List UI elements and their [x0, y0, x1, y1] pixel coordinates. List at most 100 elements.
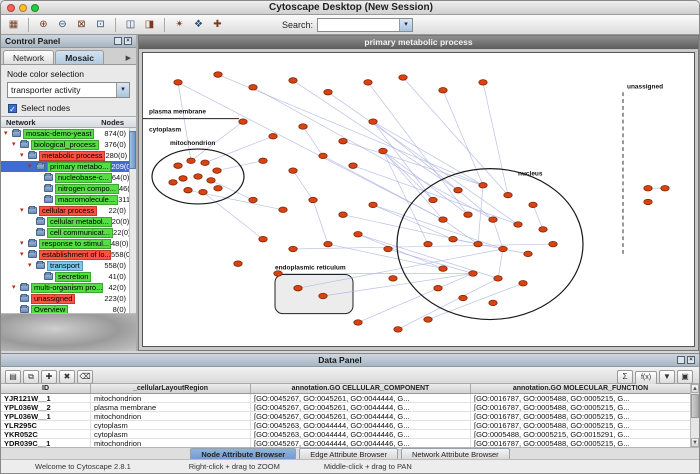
close-panel-icon[interactable]: ×	[124, 37, 132, 45]
network-view-titlebar[interactable]: primary metabolic process	[139, 36, 698, 49]
expander-icon[interactable]: ▾	[4, 128, 12, 139]
float-data-panel-icon[interactable]	[677, 356, 685, 364]
graph-node[interactable]	[339, 138, 347, 143]
graph-edge[interactable]	[253, 87, 493, 219]
graph-node[interactable]	[524, 251, 532, 256]
graph-node[interactable]	[299, 124, 307, 129]
tree-row[interactable]: macromolecule...311(0)	[1, 194, 136, 205]
graph-node[interactable]	[319, 293, 327, 298]
graph-edge[interactable]	[383, 151, 443, 220]
column-header[interactable]: ID	[1, 384, 91, 393]
graph-node[interactable]	[469, 271, 477, 276]
graph-node[interactable]	[324, 241, 332, 246]
graph-node[interactable]	[249, 85, 257, 90]
attribute-delete-icon[interactable]: ✖	[59, 370, 75, 384]
graph-edge[interactable]	[303, 126, 323, 155]
tree-row[interactable]: secretion41(0)	[1, 271, 136, 282]
tab-mosaic[interactable]: Mosaic	[55, 50, 104, 64]
table-cell[interactable]: [GO:0016787, GO:0005488, GO:0005215, G..…	[471, 394, 691, 402]
graph-node[interactable]	[207, 178, 215, 183]
graph-node[interactable]	[213, 168, 221, 173]
titlebar[interactable]: Cytoscape Desktop (New Session)	[1, 1, 700, 15]
graph-node[interactable]	[494, 276, 502, 281]
expander-icon[interactable]: ▾	[20, 238, 28, 249]
graph-node[interactable]	[364, 80, 372, 85]
graph-node[interactable]	[259, 158, 267, 163]
tree-row[interactable]: unassigned223(0)	[1, 293, 136, 304]
graph-edge[interactable]	[533, 205, 543, 229]
tree-row[interactable]: ▾cellular process22(0)	[1, 205, 136, 216]
plugin-manager-icon[interactable]: ✚	[209, 17, 226, 33]
data-panel-header[interactable]: Data Panel ×	[1, 354, 699, 367]
graph-node[interactable]	[269, 134, 277, 139]
graph-node[interactable]	[439, 266, 447, 271]
graph-node[interactable]	[459, 295, 467, 300]
graph-node[interactable]	[354, 320, 362, 325]
table-cell[interactable]: [GO:0045263, GO:0044444, GO:0044446, G..…	[251, 421, 471, 429]
graph-node[interactable]	[169, 180, 177, 185]
tree-row[interactable]: cellular metabol...20(0)	[1, 216, 136, 227]
graph-node[interactable]	[174, 80, 182, 85]
table-row[interactable]: YDR039C__1mitochondrion[GO:0045267, GO:0…	[1, 439, 699, 447]
table-scrollbar-thumb[interactable]	[691, 394, 699, 418]
tab-network[interactable]: Network	[3, 50, 54, 64]
graph-node[interactable]	[434, 285, 442, 290]
graph-node[interactable]	[424, 241, 432, 246]
node-color-attribute-select[interactable]: transporter activity ▾	[7, 82, 130, 98]
table-cell[interactable]: [GO:0016787, GO:0005488, GO:0005215, G..…	[471, 421, 691, 429]
expander-icon[interactable]: ▾	[20, 150, 28, 161]
table-cell[interactable]: YPL036W__1	[1, 412, 91, 420]
graph-node[interactable]	[514, 222, 522, 227]
region-endoplasmic-reticulum[interactable]	[275, 274, 353, 313]
graph-node[interactable]	[439, 87, 447, 92]
tree-row[interactable]: ▾primary metabo...209(0)	[1, 161, 136, 172]
float-panel-icon[interactable]	[114, 37, 122, 45]
graph-edge[interactable]	[478, 185, 483, 244]
combo-dropdown-arrow-icon[interactable]: ▾	[116, 83, 129, 97]
graph-node[interactable]	[504, 192, 512, 197]
graph-node[interactable]	[324, 89, 332, 94]
zoom-out-icon[interactable]: ⊖	[54, 17, 71, 33]
table-row[interactable]: YPL036W__2plasma membrane[GO:0045267, GO…	[1, 403, 699, 412]
table-scrollbar[interactable]: ▲ ▼	[690, 384, 699, 447]
expander-icon[interactable]: ▾	[20, 249, 28, 260]
graph-node[interactable]	[464, 212, 472, 217]
graph-node[interactable]	[199, 189, 207, 194]
network-canvas[interactable]: plasma membranecytoplasmmitochondrionnuc…	[142, 52, 695, 347]
table-cell[interactable]: plasma membrane	[91, 403, 251, 411]
expander-icon[interactable]: ▾	[12, 139, 20, 150]
search-input[interactable]	[318, 19, 399, 31]
graph-edge[interactable]	[493, 220, 503, 249]
graph-node[interactable]	[214, 185, 222, 190]
table-cell[interactable]: cytoplasm	[91, 430, 251, 438]
graph-node[interactable]	[379, 148, 387, 153]
table-cell[interactable]: [GO:0045263, GO:0044444, GO:0044446, G..…	[251, 430, 471, 438]
select-nodes-checkbox[interactable]: ✓	[8, 104, 17, 113]
table-cell[interactable]: [GO:0045267, GO:0045261, GO:0044444, G..…	[251, 394, 471, 402]
attribute-new-icon[interactable]: ✚	[41, 370, 57, 384]
graph-node[interactable]	[201, 160, 209, 165]
network-graph[interactable]: plasma membranecytoplasmmitochondrionnuc…	[143, 53, 694, 346]
scroll-down-icon[interactable]: ▼	[691, 438, 699, 447]
tree-scrollbar-thumb[interactable]	[129, 131, 136, 169]
network-panel-icon[interactable]: ▦	[5, 17, 22, 33]
graph-node[interactable]	[424, 317, 432, 322]
graph-node[interactable]	[529, 202, 537, 207]
graph-node[interactable]	[479, 80, 487, 85]
graph-node[interactable]	[454, 187, 462, 192]
graph-node[interactable]	[369, 119, 377, 124]
graph-node[interactable]	[394, 327, 402, 332]
expander-icon[interactable]: ▾	[28, 260, 36, 271]
tree-scrollbar[interactable]	[129, 128, 136, 313]
graph-edge[interactable]	[358, 273, 473, 322]
graph-node[interactable]	[549, 241, 557, 246]
table-cell[interactable]: [GO:0045267, GO:0044444, GO:0044446, G..…	[251, 439, 471, 447]
graph-node[interactable]	[234, 261, 242, 266]
expander-icon[interactable]: ▾	[12, 282, 20, 293]
graph-edge[interactable]	[293, 171, 313, 200]
graph-node[interactable]	[259, 236, 267, 241]
open-attributes-icon[interactable]: ▣	[677, 370, 693, 384]
table-cell[interactable]: [GO:0045267, GO:0045261, GO:0044444, G..…	[251, 403, 471, 411]
graph-node[interactable]	[644, 199, 652, 204]
graph-node[interactable]	[239, 119, 247, 124]
